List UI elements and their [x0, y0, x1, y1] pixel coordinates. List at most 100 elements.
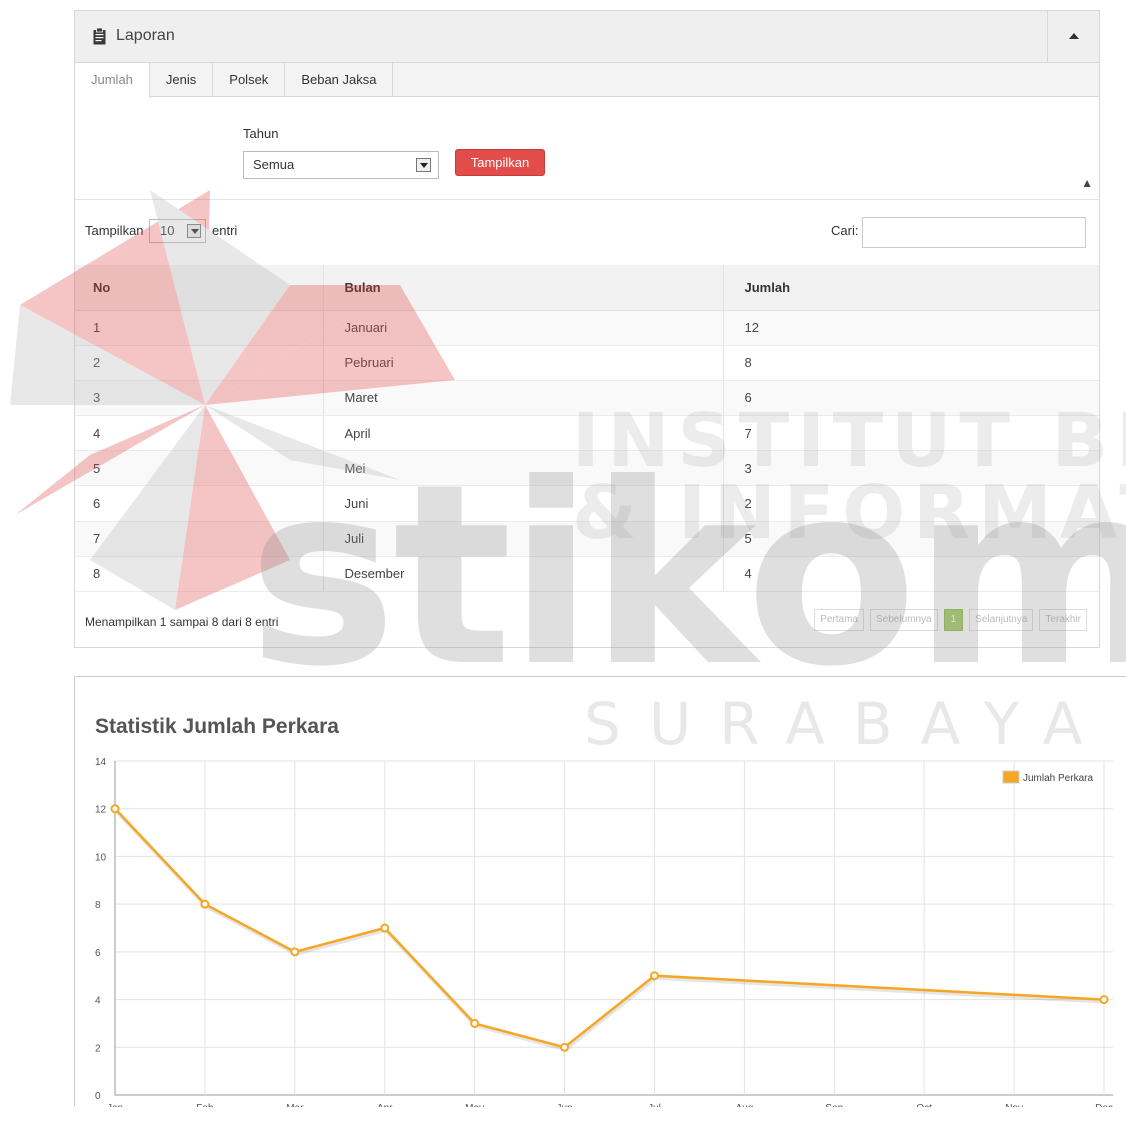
column-header-bulan[interactable]: Bulan [323, 265, 724, 311]
cell-bulan: Januari [323, 310, 724, 346]
clipboard-icon [93, 28, 106, 45]
cell-jumlah: 4 [723, 556, 1099, 593]
table-row: 1 Januari 12 [75, 310, 1099, 346]
x-tick-label: Mar [286, 1103, 304, 1107]
data-point[interactable] [290, 947, 300, 957]
x-tick-label: May [465, 1103, 484, 1107]
tab-polsek[interactable]: Polsek [213, 63, 286, 97]
tab-jenis[interactable]: Jenis [150, 63, 214, 97]
cell-no: 6 [75, 485, 324, 522]
cell-jumlah: 2 [723, 485, 1099, 522]
cell-jumlah: 7 [723, 415, 1099, 452]
cell-no: 2 [75, 345, 324, 381]
y-tick-label: 2 [95, 1043, 101, 1054]
table-row: 4 April 7 [75, 415, 1099, 452]
cell-jumlah: 3 [723, 450, 1099, 487]
page-first-button[interactable]: Pertama [814, 609, 864, 631]
cell-no: 1 [75, 310, 324, 346]
tab-beban-jaksa[interactable]: Beban Jaksa [285, 63, 394, 97]
year-select[interactable]: Semua [243, 151, 439, 179]
cell-no: 8 [75, 556, 324, 593]
panel-header: Laporan [75, 11, 1099, 63]
page-current-button[interactable]: 1 [943, 609, 964, 631]
cell-no: 7 [75, 521, 324, 557]
entries-select[interactable]: 10 [149, 219, 206, 243]
data-point[interactable] [470, 1018, 480, 1028]
sort-icon[interactable]: ▲ [1081, 176, 1093, 190]
page-next-button[interactable]: Selanjutnya [969, 609, 1034, 631]
cell-bulan: Maret [323, 380, 724, 417]
chart-container: Statistik Jumlah Perkara 02468101214JanF… [74, 676, 1126, 1107]
cell-bulan: Mei [323, 450, 724, 487]
table-row: 6 Juni 2 [75, 485, 1099, 522]
data-point[interactable] [560, 1042, 570, 1052]
data-point[interactable] [1099, 995, 1109, 1005]
x-tick-label: Oct [916, 1103, 932, 1107]
cell-bulan: Juni [323, 485, 724, 522]
cell-bulan: April [323, 415, 724, 452]
legend-label: Jumlah Perkara [1023, 773, 1093, 784]
x-tick-label: Aug [735, 1103, 753, 1107]
tab-jumlah[interactable]: Jumlah [75, 63, 150, 98]
table-info: Menampilkan 1 sampai 8 dari 8 entri [85, 615, 279, 629]
cell-no: 4 [75, 415, 324, 452]
data-table: No Bulan Jumlah 1 Januari 12 2 Pebruari … [75, 265, 1099, 593]
y-tick-label: 0 [95, 1091, 101, 1102]
year-label: Tahun [243, 126, 279, 141]
length-suffix: entri [212, 223, 238, 238]
panel-title: Laporan [116, 27, 175, 44]
divider [75, 199, 1099, 200]
show-button[interactable]: Tampilkan [455, 149, 545, 176]
search-label: Cari: [831, 223, 859, 238]
series-line-shadow [114, 809, 1106, 1052]
length-prefix: Tampilkan [85, 223, 144, 238]
cell-bulan: Desember [323, 556, 724, 593]
cell-jumlah: 6 [723, 380, 1099, 417]
data-point[interactable] [380, 923, 390, 933]
cell-jumlah: 8 [723, 345, 1099, 381]
column-header-jumlah[interactable]: Jumlah [723, 265, 1099, 311]
table-row: 7 Juli 5 [75, 521, 1099, 557]
table-row: 5 Mei 3 [75, 450, 1099, 487]
chevron-up-icon [1069, 33, 1079, 39]
y-tick-label: 14 [95, 757, 107, 768]
cell-no: 5 [75, 450, 324, 487]
table-row: 2 Pebruari 8 [75, 345, 1099, 381]
x-tick-label: Nov [1005, 1103, 1023, 1107]
x-tick-label: Feb [196, 1103, 214, 1107]
y-tick-label: 4 [95, 996, 101, 1007]
dropdown-arrow-icon [416, 158, 431, 172]
x-tick-label: Jul [648, 1103, 661, 1107]
entries-length-control: Tampilkan 10 entri [85, 219, 237, 243]
cell-bulan: Pebruari [323, 345, 724, 381]
y-tick-label: 12 [95, 805, 107, 816]
dropdown-arrow-icon [187, 224, 201, 238]
line-chart: 0 2 4 6 8 10 12 14 Jan Feb Mar Apr May Jun Jul Aug Sep Oc… [95, 757, 1113, 1107]
search-input[interactable] [862, 217, 1086, 248]
data-point[interactable] [110, 804, 120, 814]
table-row: 3 Maret 6 [75, 380, 1099, 417]
x-tick-label: Jun [556, 1103, 572, 1107]
report-panel: Laporan Jumlah Jenis Polsek Beban Jaksa … [74, 10, 1100, 648]
y-tick-label: 8 [95, 900, 101, 911]
data-point[interactable] [200, 899, 210, 909]
y-tick-label: 6 [95, 948, 101, 959]
page-last-button[interactable]: Terakhir [1039, 609, 1087, 631]
pagination: Pertama Sebelumnya 1 Selanjutnya Terakhi… [814, 609, 1087, 631]
x-tick-label: Jan [107, 1103, 123, 1107]
legend-swatch [1002, 770, 1020, 784]
year-filter: Tahun Semua Tampilkan [243, 126, 545, 179]
cell-jumlah: 12 [723, 310, 1099, 346]
cell-bulan: Juli [323, 521, 724, 557]
column-header-no[interactable]: No [75, 265, 324, 311]
cell-no: 3 [75, 380, 324, 417]
x-tick-label: Apr [377, 1103, 393, 1107]
data-point[interactable] [649, 971, 659, 981]
cell-jumlah: 5 [723, 521, 1099, 557]
collapse-button[interactable] [1047, 11, 1099, 62]
page-prev-button[interactable]: Sebelumnya [870, 609, 938, 631]
table-header-row: No Bulan Jumlah [75, 265, 1099, 311]
x-tick-label: Dec [1095, 1103, 1113, 1107]
x-tick-label: Sep [825, 1103, 843, 1107]
year-select-value: Semua [253, 157, 295, 172]
